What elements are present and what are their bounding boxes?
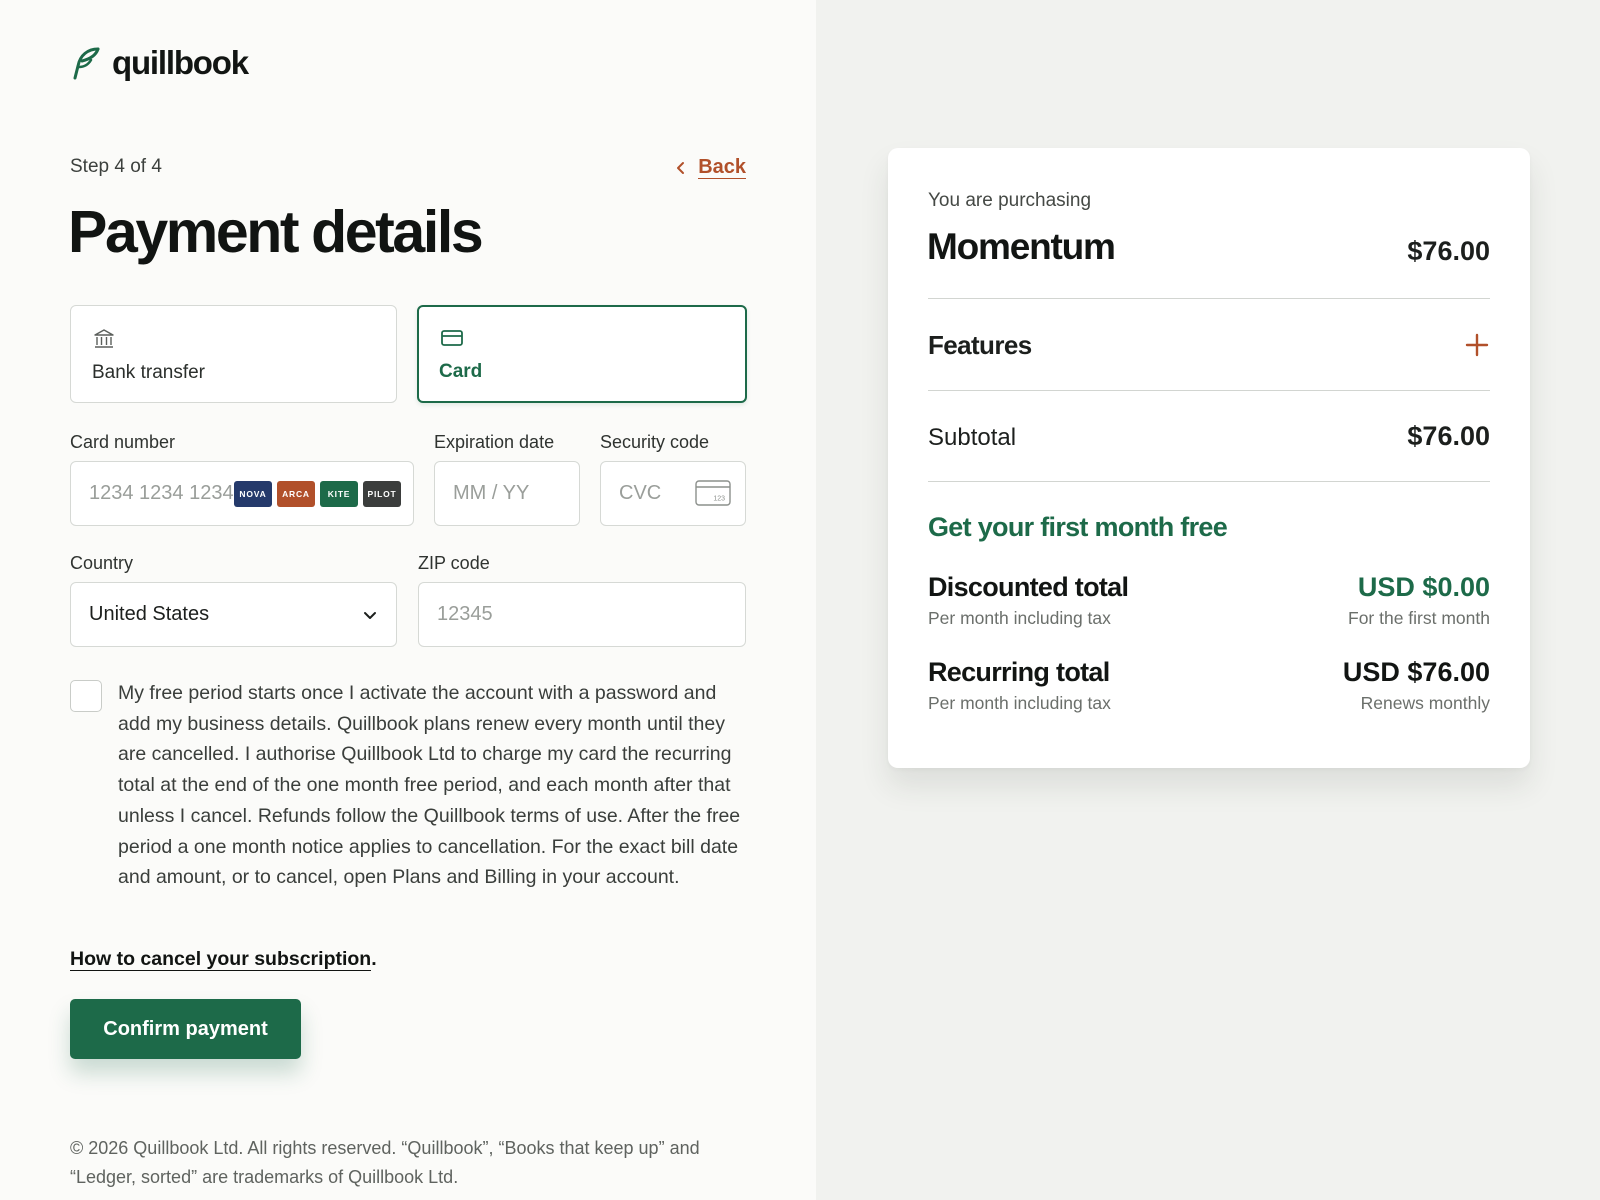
zip-code-field[interactable] <box>418 582 746 647</box>
cancel-link-line: How to cancel your subscription. <box>70 948 377 971</box>
card-brand-badge: KITE <box>320 481 358 507</box>
payment-method-card[interactable]: Card <box>417 305 747 403</box>
subtotal-label: Subtotal <box>928 424 1017 451</box>
subtotal-value: $76.00 <box>1407 421 1490 451</box>
card-brand-list: NOVA ARCA KITE PILOT <box>234 481 401 507</box>
recurring-total-value: USD $76.00 <box>1342 657 1490 687</box>
plus-icon[interactable] <box>1464 332 1490 358</box>
divider <box>928 481 1490 482</box>
how-to-cancel-link[interactable]: How to cancel your subscription <box>70 948 372 971</box>
confirm-payment-button[interactable]: Confirm payment <box>70 999 301 1059</box>
discounted-total-value: USD $0.00 <box>1357 572 1490 602</box>
purchasing-label: You are purchasing <box>928 190 1092 211</box>
chevron-down-icon <box>364 612 376 619</box>
promo-headline: Get your first month free <box>928 512 1228 542</box>
bank-icon <box>94 329 114 348</box>
security-code-field[interactable]: 123 <box>600 461 746 526</box>
footer-legal: © 2026 Quillbook Ltd. All rights reserve… <box>70 1138 700 1187</box>
expiration-date-field[interactable] <box>434 461 580 526</box>
card-brand-badge: NOVA <box>234 481 272 507</box>
logo[interactable]: quillbook <box>70 44 249 82</box>
logo-wordmark: quillbook <box>112 44 249 81</box>
plan-name: Momentum <box>927 226 1116 267</box>
cancel-link-suffix: . <box>371 948 377 970</box>
recurring-total-value-note: Renews monthly <box>1360 693 1490 713</box>
expiration-date-input[interactable] <box>453 482 561 505</box>
card-number-input[interactable] <box>89 482 239 505</box>
quill-logo-icon <box>73 47 100 80</box>
cvc-icon-text: 123 <box>713 496 725 503</box>
zip-code-label: ZIP code <box>418 553 490 573</box>
card-number-field[interactable]: NOVA ARCA KITE PILOT <box>70 461 414 526</box>
recurring-total-note: Per month including tax <box>928 693 1111 713</box>
recurring-total-label: Recurring total <box>928 657 1110 687</box>
card-number-label: Card number <box>70 432 176 452</box>
features-toggle-label: Features <box>928 330 1032 360</box>
credit-card-icon <box>441 330 463 346</box>
plan-price: $76.00 <box>1407 236 1490 266</box>
order-summary-card: You are purchasing Momentum $76.00 Featu… <box>888 148 1530 768</box>
chevron-left-icon <box>677 161 685 174</box>
consent-text: My free period starts once I activate th… <box>118 682 741 889</box>
security-code-input[interactable] <box>619 482 689 505</box>
payment-method-label: Card <box>439 361 483 382</box>
expiration-date-label: Expiration date <box>434 432 555 452</box>
checkout-form-panel: quillbook Step 4 of 4 Back Payment detai… <box>0 0 816 1200</box>
discounted-total-note: Per month including tax <box>928 608 1111 628</box>
discounted-total-value-note: For the first month <box>1348 608 1490 628</box>
payment-method-label: Bank transfer <box>92 362 205 383</box>
payment-method-bank-transfer[interactable]: Bank transfer <box>70 305 397 403</box>
zip-code-input[interactable] <box>437 603 727 626</box>
back-link[interactable]: Back <box>674 156 746 179</box>
country-label: Country <box>70 553 134 573</box>
country-value: United States <box>89 603 210 625</box>
consent-checkbox[interactable] <box>70 680 102 712</box>
page-title: Payment details <box>68 199 484 265</box>
security-code-label: Security code <box>600 432 710 452</box>
cvc-card-icon: 123 <box>695 480 731 506</box>
step-indicator: Step 4 of 4 <box>70 156 162 177</box>
back-label: Back <box>698 156 746 179</box>
card-brand-badge: ARCA <box>277 481 315 507</box>
divider <box>928 298 1490 299</box>
card-brand-badge: PILOT <box>363 481 401 507</box>
country-select[interactable]: United States <box>70 582 397 647</box>
divider <box>928 390 1490 391</box>
discounted-total-label: Discounted total <box>928 572 1129 602</box>
